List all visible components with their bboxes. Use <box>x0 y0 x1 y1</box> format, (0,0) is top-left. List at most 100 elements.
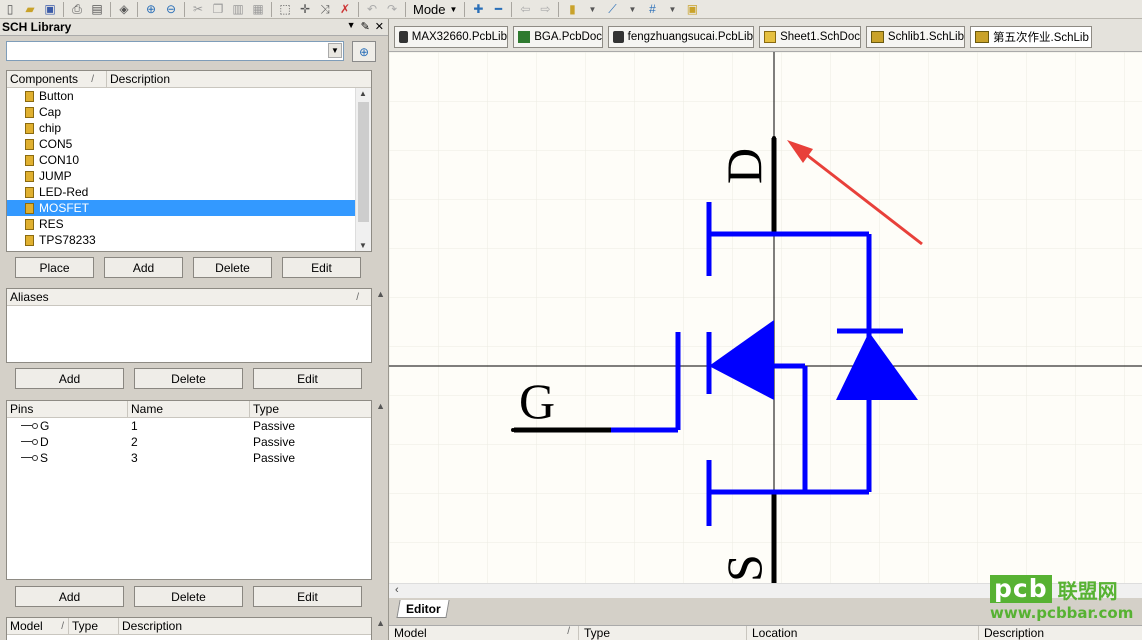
scroll-left-icon[interactable]: ‹ <box>395 584 399 596</box>
bottom-model-label: Model <box>394 626 427 640</box>
pin-row[interactable]: G 1 Passive <box>7 418 371 434</box>
model-description-column-header[interactable]: Description <box>119 618 371 634</box>
doc-tab-active[interactable]: 第五次作业.SchLib <box>970 26 1092 48</box>
close-icon[interactable]: ✕ <box>375 20 384 33</box>
bottom-type-header[interactable]: Type <box>579 626 747 640</box>
add-alias-button[interactable]: Add <box>15 368 124 389</box>
delete-component-button[interactable]: Delete <box>193 257 272 278</box>
watermark-logo: pcb 联盟网 <box>990 575 1118 603</box>
bottom-model-header[interactable]: Model / <box>389 626 579 640</box>
search-button[interactable]: ⊕ <box>352 41 376 62</box>
add-component-button[interactable]: Add <box>104 257 183 278</box>
edit-pin-button[interactable]: Edit <box>253 586 362 607</box>
delete-pin-button[interactable]: Delete <box>134 586 243 607</box>
print-preview-icon[interactable]: ▤ <box>87 1 107 18</box>
component-item[interactable]: Cap <box>7 104 355 120</box>
paste-icon[interactable]: ▥ <box>228 1 248 18</box>
doc-tab-label: BGA.PcbDoc <box>534 31 602 43</box>
sort-icon: / <box>61 620 64 632</box>
editor-tab[interactable]: Editor <box>396 600 450 618</box>
components-scrollbar[interactable]: ▲ ▼ <box>355 88 371 251</box>
chevron-down-icon[interactable]: ▼ <box>662 1 682 18</box>
collapse-icon[interactable]: ▲ <box>376 401 385 411</box>
search-input[interactable] <box>6 41 344 61</box>
collapse-icon[interactable]: ▲ <box>376 618 385 628</box>
name-column-header[interactable]: Name <box>128 401 250 417</box>
component-label: CON10 <box>39 153 80 167</box>
component-label: LED-Red <box>39 185 89 199</box>
toolbar-divider <box>558 1 560 17</box>
model-type-column-header[interactable]: Type <box>69 618 119 634</box>
print-icon[interactable]: ⎙ <box>67 1 87 18</box>
chevron-down-icon[interactable]: ▼ <box>622 1 642 18</box>
model-column-header[interactable]: Model / <box>7 618 69 634</box>
select-icon[interactable]: ⬚ <box>275 1 295 18</box>
add-pin-button[interactable]: Add <box>15 586 124 607</box>
scroll-thumb[interactable] <box>358 102 369 222</box>
graph-icon[interactable]: ⟋ <box>602 1 622 18</box>
chevron-down-icon[interactable]: ▼ <box>582 1 602 18</box>
pin-icon[interactable]: ✎ <box>361 20 370 33</box>
edit-alias-button[interactable]: Edit <box>253 368 362 389</box>
doc-tab-bga[interactable]: BGA.PcbDoc <box>513 26 603 48</box>
place-button[interactable]: Place <box>15 257 94 278</box>
cut-icon[interactable]: ✂ <box>188 1 208 18</box>
pin-row[interactable]: D 2 Passive <box>7 434 371 450</box>
type-column-header[interactable]: Type <box>250 401 371 417</box>
aliases-column-header[interactable]: Aliases / <box>7 289 371 305</box>
save-icon[interactable]: ▣ <box>40 1 60 18</box>
add-icon[interactable]: ✚ <box>468 1 488 18</box>
description-column-header[interactable]: Description <box>107 71 371 87</box>
collapse-icon[interactable]: ▲ <box>376 289 385 299</box>
move-icon[interactable]: ✛ <box>295 1 315 18</box>
open-icon[interactable]: ▰ <box>20 1 40 18</box>
doc-tab-max32660[interactable]: MAX32660.PcbLib <box>394 26 508 48</box>
zoom-out-icon[interactable]: ⊖ <box>161 1 181 18</box>
deselect-icon[interactable]: ✗ <box>335 1 355 18</box>
pin-name: 1 <box>131 419 138 433</box>
delete-alias-button[interactable]: Delete <box>134 368 243 389</box>
layers-icon[interactable]: ◈ <box>114 1 134 18</box>
grid-icon[interactable]: # <box>642 1 662 18</box>
scroll-down-icon[interactable]: ▼ <box>359 241 367 250</box>
doc-tab-schlib1[interactable]: Schlib1.SchLib <box>866 26 965 48</box>
component-label: Cap <box>39 105 62 119</box>
bottom-location-header[interactable]: Location <box>747 626 979 640</box>
bottom-description-header[interactable]: Description <box>979 626 1142 640</box>
model-header-label: Model <box>10 619 43 633</box>
back-icon[interactable]: ⇦ <box>515 1 535 18</box>
component-item[interactable]: TPS78233 <box>7 232 355 248</box>
doc-tab-sheet1[interactable]: Sheet1.SchDoc <box>759 26 861 48</box>
paste-array-icon[interactable]: ▦ <box>248 1 268 18</box>
undo-icon[interactable]: ↶ <box>362 1 382 18</box>
forward-icon[interactable]: ⇨ <box>535 1 555 18</box>
cross-select-icon[interactable]: ⤨ <box>315 1 335 18</box>
component-item[interactable]: LED-Red <box>7 184 355 200</box>
pin-row[interactable]: S 3 Passive <box>7 450 371 466</box>
component-item[interactable]: MOSFET <box>7 200 355 216</box>
pins-column-header[interactable]: Pins <box>7 401 128 417</box>
place-part-icon[interactable]: ▮ <box>562 1 582 18</box>
zoom-in-icon[interactable]: ⊕ <box>141 1 161 18</box>
copy-icon[interactable]: ❐ <box>208 1 228 18</box>
watermark-cn: 联盟网 <box>1057 578 1118 603</box>
scroll-up-icon[interactable]: ▲ <box>359 89 367 98</box>
component-item[interactable]: RES <box>7 216 355 232</box>
edit-component-button[interactable]: Edit <box>282 257 361 278</box>
component-icon[interactable]: ▣ <box>682 1 702 18</box>
component-item[interactable]: chip <box>7 120 355 136</box>
components-column-header[interactable]: Components / <box>7 71 107 87</box>
redo-icon[interactable]: ↷ <box>382 1 402 18</box>
component-item[interactable]: Button <box>7 88 355 104</box>
component-icon <box>25 170 34 182</box>
new-icon[interactable]: ▯ <box>0 1 20 18</box>
chevron-down-icon[interactable]: ▼ <box>328 43 342 58</box>
panel-menu-icon[interactable]: ▼ <box>347 20 356 33</box>
component-item[interactable]: JUMP <box>7 168 355 184</box>
component-item[interactable]: CON10 <box>7 152 355 168</box>
component-item[interactable]: CON5 <box>7 136 355 152</box>
remove-icon[interactable]: ━ <box>488 1 508 18</box>
doc-tab-fengzhuangsucai[interactable]: fengzhuangsucai.PcbLib <box>608 26 754 48</box>
schematic-canvas[interactable]: G D S <box>389 52 1142 583</box>
mode-dropdown[interactable]: Mode ▼ <box>409 2 461 17</box>
